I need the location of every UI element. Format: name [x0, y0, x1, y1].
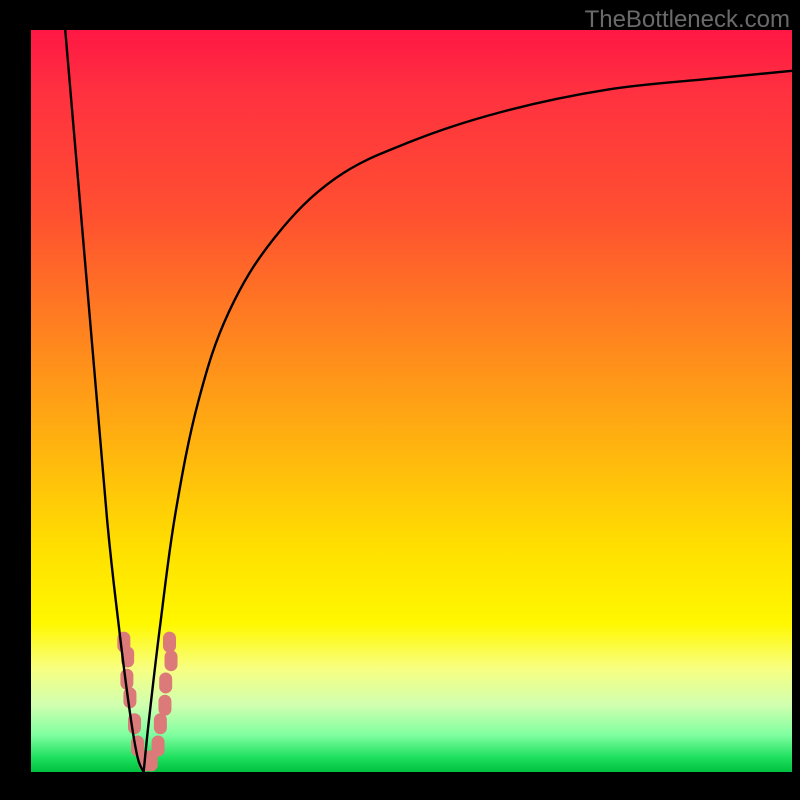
gradient-background: [31, 30, 792, 772]
plot-area: [31, 30, 792, 772]
chart-frame: TheBottleneck.com: [0, 0, 800, 800]
watermark-text: TheBottleneck.com: [585, 6, 790, 34]
